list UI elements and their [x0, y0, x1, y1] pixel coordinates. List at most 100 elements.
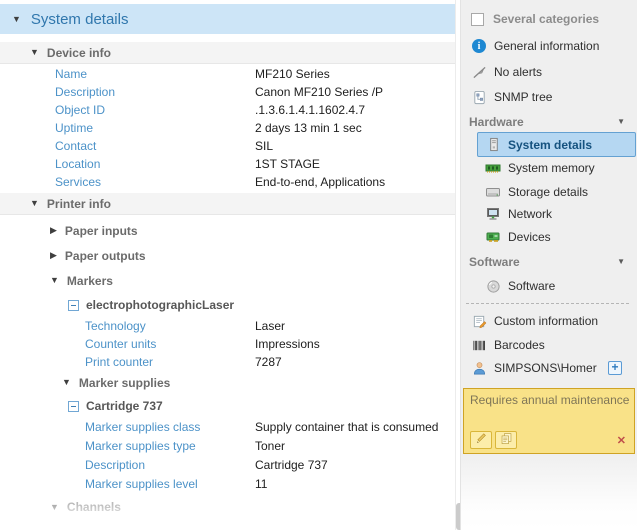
property-label: Services	[55, 173, 101, 191]
property-row: Services End-to-end, Applications	[0, 173, 455, 191]
tree-node-label: Paper inputs	[65, 224, 138, 238]
copy-icon	[500, 432, 513, 448]
property-value: 1ST STAGE	[255, 155, 320, 173]
property-label: Print counter	[85, 353, 153, 371]
property-value: Canon MF210 Series /P	[255, 83, 383, 101]
property-label: Description	[85, 456, 145, 475]
property-label: Name	[55, 65, 87, 83]
property-value: 2 days 13 min 1 sec	[255, 119, 362, 137]
group-header-software[interactable]: Software ▼	[461, 251, 637, 273]
app-window: ▼ System details ▼ Device info Name MF21…	[0, 0, 637, 530]
property-label: Technology	[85, 317, 146, 335]
property-row: Marker supplies type Toner	[0, 437, 455, 456]
no-alerts-icon	[471, 64, 487, 80]
collapse-box-icon[interactable]	[68, 401, 79, 412]
sidebar-item-snmp-tree[interactable]: SNMP tree	[461, 86, 637, 108]
tree-node-markers[interactable]: ▼ Markers	[0, 268, 455, 293]
copy-note-button[interactable]	[495, 431, 517, 449]
item-label: SNMP tree	[494, 90, 552, 104]
tree-node-paper-inputs[interactable]: ▶ Paper inputs	[0, 218, 455, 243]
tree-node-paper-outputs[interactable]: ▶ Paper outputs	[0, 243, 455, 268]
sidebar-item-barcodes[interactable]: Barcodes	[461, 334, 637, 356]
snmp-tree-icon	[471, 89, 487, 105]
property-row: Counter units Impressions	[0, 335, 455, 353]
collapse-triangle-icon[interactable]: ▼	[62, 378, 71, 387]
property-value: End-to-end, Applications	[255, 173, 385, 191]
tree-node-channels[interactable]: ▼ Channels	[0, 496, 455, 518]
item-label: System memory	[508, 161, 595, 175]
note-text: Requires annual maintenance	[470, 393, 629, 407]
collapse-box-icon[interactable]	[68, 300, 79, 311]
property-label: Marker supplies type	[85, 437, 196, 456]
tree-node-marker-item[interactable]: electrophotographicLaser	[0, 293, 455, 317]
close-icon[interactable]: ✕	[617, 436, 626, 447]
system-memory-icon	[485, 160, 501, 176]
group-header-label: Hardware	[469, 115, 524, 129]
property-row: Marker supplies class Supply container t…	[0, 418, 455, 437]
sidebar-item-general-information[interactable]: i General information	[461, 35, 637, 57]
property-value: Supply container that is consumed	[255, 418, 438, 437]
sidebar-item-system-details[interactable]: System details	[477, 132, 636, 157]
group-header-hardware[interactable]: Hardware ▼	[461, 111, 637, 133]
property-value: 7287	[255, 353, 282, 371]
property-label: Location	[55, 155, 100, 173]
devices-icon	[485, 229, 501, 245]
sidebar-item-storage-details[interactable]: Storage details	[461, 181, 637, 203]
item-label: No alerts	[494, 65, 542, 79]
property-row: Description Cartridge 737	[0, 456, 455, 475]
property-label: Marker supplies level	[85, 475, 198, 494]
sidebar-item-user[interactable]: SIMPSONS\Homer +	[461, 357, 637, 379]
property-label: Uptime	[55, 119, 93, 137]
note-toolbar	[470, 431, 517, 449]
property-row: Print counter 7287	[0, 353, 455, 371]
property-row: Contact SIL	[0, 137, 455, 155]
collapse-triangle-icon[interactable]: ▼	[30, 48, 39, 57]
item-label: Custom information	[494, 314, 598, 328]
property-row: Description Canon MF210 Series /P	[0, 83, 455, 101]
add-note-button[interactable]: +	[608, 361, 622, 375]
section-device-info[interactable]: ▼ Device info	[0, 42, 455, 64]
group-header-label: Software	[469, 255, 520, 269]
expand-triangle-icon[interactable]: ▶	[50, 251, 57, 260]
chevron-down-icon[interactable]: ▼	[617, 118, 625, 126]
sidebar-item-network[interactable]: Network	[461, 203, 637, 225]
sidebar-item-no-alerts[interactable]: No alerts	[461, 61, 637, 83]
sidebar-item-system-memory[interactable]: System memory	[461, 157, 637, 179]
barcodes-icon	[471, 337, 487, 353]
several-categories-checkbox-item[interactable]: Several categories	[461, 8, 637, 30]
system-details-icon	[485, 137, 501, 153]
sidebar-item-software[interactable]: Software	[461, 275, 637, 297]
property-row: Object ID .1.3.6.1.4.1.1602.4.7	[0, 101, 455, 119]
tree-node-label: Paper outputs	[65, 249, 146, 263]
property-label: Object ID	[55, 101, 105, 119]
collapse-triangle-icon[interactable]: ▼	[50, 276, 59, 285]
sidebar-item-custom-information[interactable]: Custom information	[461, 310, 637, 332]
property-row: Location 1ST STAGE	[0, 155, 455, 173]
property-value: MF210 Series	[255, 65, 330, 83]
property-value: Toner	[255, 437, 285, 456]
custom-information-icon	[471, 313, 487, 329]
property-value: Cartridge 737	[255, 456, 328, 475]
collapse-triangle-icon[interactable]: ▼	[30, 199, 39, 208]
property-value: Laser	[255, 317, 285, 335]
tree-node-marker-supplies[interactable]: ▼ Marker supplies	[0, 371, 455, 394]
checkbox-icon[interactable]	[471, 13, 484, 26]
note-box: Requires annual maintenance ✕	[463, 388, 635, 454]
system-details-header[interactable]: ▼ System details	[0, 4, 455, 34]
expand-triangle-icon[interactable]: ▶	[50, 226, 57, 235]
property-value: SIL	[255, 137, 273, 155]
sidebar-item-devices[interactable]: Devices	[461, 226, 637, 248]
collapse-triangle-icon[interactable]: ▼	[12, 15, 21, 24]
item-label: SIMPSONS\Homer	[494, 361, 597, 375]
property-label: Counter units	[85, 335, 156, 353]
property-value: .1.3.6.1.4.1.1602.4.7	[255, 101, 365, 119]
edit-note-button[interactable]	[470, 431, 492, 449]
sidebar: Several categories i General information…	[460, 0, 637, 530]
collapse-triangle-icon[interactable]: ▼	[50, 503, 59, 512]
item-label: Several categories	[493, 12, 599, 26]
tree-node-label: Markers	[67, 274, 113, 288]
chevron-down-icon[interactable]: ▼	[617, 258, 625, 266]
section-printer-info[interactable]: ▼ Printer info	[0, 193, 455, 215]
property-label: Marker supplies class	[85, 418, 200, 437]
tree-node-cartridge-item[interactable]: Cartridge 737	[0, 394, 455, 418]
